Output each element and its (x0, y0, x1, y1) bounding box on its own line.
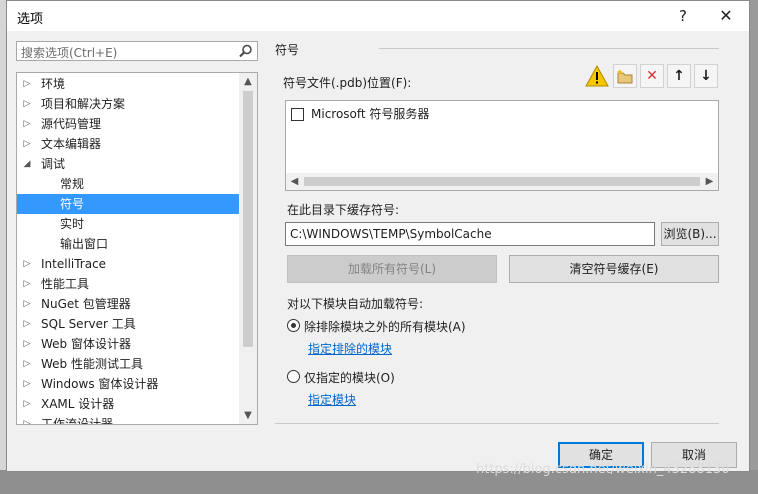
scroll-thumb[interactable] (304, 177, 700, 186)
move-up-button[interactable]: ↑ (667, 64, 691, 88)
tree-item-label: 工作流设计器 (41, 417, 114, 425)
list-item-label: Microsoft 符号服务器 (311, 107, 430, 121)
pdb-locations-label: 符号文件(.pdb)位置(F): (283, 76, 412, 90)
specified-modules-label[interactable]: 仅指定的模块(O) (304, 369, 395, 386)
collapsed-arrow-icon[interactable]: ▷ (21, 374, 33, 394)
close-button[interactable]: ✕ (712, 5, 740, 27)
title-bar: 选项 ? ✕ (7, 1, 749, 31)
list-horizontal-scrollbar[interactable]: ◀ ▶ (286, 173, 718, 190)
tree-item[interactable]: ▷ Windows 窗体设计器 (17, 374, 239, 394)
collapsed-arrow-icon[interactable]: ▷ (21, 274, 33, 294)
tree-item-label: 符号 (60, 197, 85, 211)
collapsed-arrow-icon[interactable]: ▷ (21, 414, 33, 424)
tree-item[interactable]: 常规 (17, 174, 239, 194)
scroll-left-icon[interactable]: ◀ (286, 173, 303, 190)
tree-item-label: 常规 (60, 177, 85, 191)
move-down-button[interactable]: ↓ (694, 64, 718, 88)
tree-item[interactable]: ▷ NuGet 包管理器 (17, 294, 239, 314)
search-placeholder: 搜索选项(Ctrl+E) (21, 46, 118, 60)
tree-item[interactable]: 符号 (17, 194, 239, 214)
section-divider (379, 48, 719, 49)
collapsed-arrow-icon[interactable]: ▷ (21, 314, 33, 334)
tree-item[interactable]: ▷ 源代码管理 (17, 114, 239, 134)
cache-directory-field[interactable]: C:\WINDOWS\TEMP\SymbolCache (285, 222, 655, 246)
expanded-arrow-icon[interactable]: ◢ (21, 154, 33, 174)
help-button[interactable]: ? (672, 5, 694, 27)
tree-item[interactable]: ▷ 项目和解决方案 (17, 94, 239, 114)
tree-item-label: SQL Server 工具 (41, 317, 136, 331)
new-folder-button[interactable] (613, 64, 637, 88)
tree-item[interactable]: ▷ 性能工具 (17, 274, 239, 294)
tree-item[interactable]: ▷ SQL Server 工具 (17, 314, 239, 334)
all-modules-radio[interactable] (287, 319, 300, 332)
specify-excluded-modules-link[interactable]: 指定排除的模块 (308, 340, 392, 357)
new-folder-icon (617, 69, 633, 84)
symbol-locations-list: Microsoft 符号服务器 ◀ ▶ (285, 100, 719, 191)
tree-item-label: Windows 窗体设计器 (41, 377, 159, 391)
tree-vertical-scrollbar[interactable]: ▲ ▼ (239, 73, 257, 424)
tree-item[interactable]: ▷ 工作流设计器 (17, 414, 239, 425)
microsoft-symbol-server-checkbox[interactable] (291, 108, 304, 121)
search-input[interactable]: 搜索选项(Ctrl+E) (16, 41, 258, 61)
collapsed-arrow-icon[interactable]: ▷ (21, 254, 33, 274)
delete-button[interactable]: ✕ (640, 64, 664, 88)
collapsed-arrow-icon[interactable]: ▷ (21, 74, 33, 94)
search-icon[interactable] (239, 44, 253, 58)
tree-item-label: 文本编辑器 (41, 137, 102, 151)
tree-item[interactable]: ▷ Web 性能测试工具 (17, 354, 239, 374)
scroll-thumb[interactable] (243, 91, 253, 347)
watermark-text: https://blog.csdn.net/weixin_43288130 (476, 462, 730, 477)
tree-item-label: NuGet 包管理器 (41, 297, 131, 311)
options-dialog: 选项 ? ✕ 搜索选项(Ctrl+E) ▷ 环境 ▷ 项目和解决方案 ▷ 源代码管理 ▷ 文本… (6, 0, 750, 472)
scroll-down-icon[interactable]: ▼ (239, 407, 257, 424)
tree-item-label: 输出窗口 (60, 237, 109, 251)
tree-item-label: 项目和解决方案 (41, 97, 126, 111)
tree-item[interactable]: 输出窗口 (17, 234, 239, 254)
warning-icon (585, 64, 609, 87)
tree-item-label: 实时 (60, 217, 85, 231)
tree-item-label: Web 窗体设计器 (41, 337, 131, 351)
tree-item[interactable]: ▷ 环境 (17, 74, 239, 94)
collapsed-arrow-icon[interactable]: ▷ (21, 354, 33, 374)
all-modules-label[interactable]: 除排除模块之外的所有模块(A) (304, 318, 466, 335)
tree-item-label: 源代码管理 (41, 117, 102, 131)
tree-item-label: 性能工具 (41, 277, 90, 291)
clear-symbol-cache-button[interactable]: 清空符号缓存(E) (509, 255, 719, 283)
collapsed-arrow-icon[interactable]: ▷ (21, 334, 33, 354)
collapsed-arrow-icon[interactable]: ▷ (21, 114, 33, 134)
window-title: 选项 (17, 12, 44, 27)
tree-item-label: Web 性能测试工具 (41, 357, 143, 371)
collapsed-arrow-icon[interactable]: ▷ (21, 394, 33, 414)
page-title: 符号 (275, 43, 300, 57)
collapsed-arrow-icon[interactable]: ▷ (21, 134, 33, 154)
options-tree: ▷ 环境 ▷ 项目和解决方案 ▷ 源代码管理 ▷ 文本编辑器 ◢ 调试常规符号实时输出窗口 ▷ Int… (16, 72, 258, 425)
scroll-right-icon[interactable]: ▶ (701, 173, 718, 190)
tree-item[interactable]: ▷ Web 窗体设计器 (17, 334, 239, 354)
cache-directory-label: 在此目录下缓存符号: (287, 203, 400, 217)
load-all-symbols-button[interactable]: 加载所有符号(L) (287, 255, 497, 283)
collapsed-arrow-icon[interactable]: ▷ (21, 294, 33, 314)
auto-load-label: 对以下模块自动加载符号: (287, 297, 424, 311)
tree-item[interactable]: ◢ 调试 (17, 154, 239, 174)
specified-modules-radio[interactable] (287, 370, 300, 383)
tree-item-label: XAML 设计器 (41, 397, 115, 411)
tree-item[interactable]: ▷ XAML 设计器 (17, 394, 239, 414)
scroll-up-icon[interactable]: ▲ (239, 73, 257, 90)
tree-item[interactable]: ▷ IntelliTrace (17, 254, 239, 274)
collapsed-arrow-icon[interactable]: ▷ (21, 94, 33, 114)
footer-divider (275, 423, 719, 424)
tree-item[interactable]: ▷ 文本编辑器 (17, 134, 239, 154)
tree-item-label: 环境 (41, 77, 66, 91)
browse-button[interactable]: 浏览(B)... (661, 222, 719, 246)
tree-item-label: 调试 (41, 157, 66, 171)
tree-item-label: IntelliTrace (41, 257, 107, 271)
specify-modules-link[interactable]: 指定模块 (308, 391, 356, 408)
tree-item[interactable]: 实时 (17, 214, 239, 234)
